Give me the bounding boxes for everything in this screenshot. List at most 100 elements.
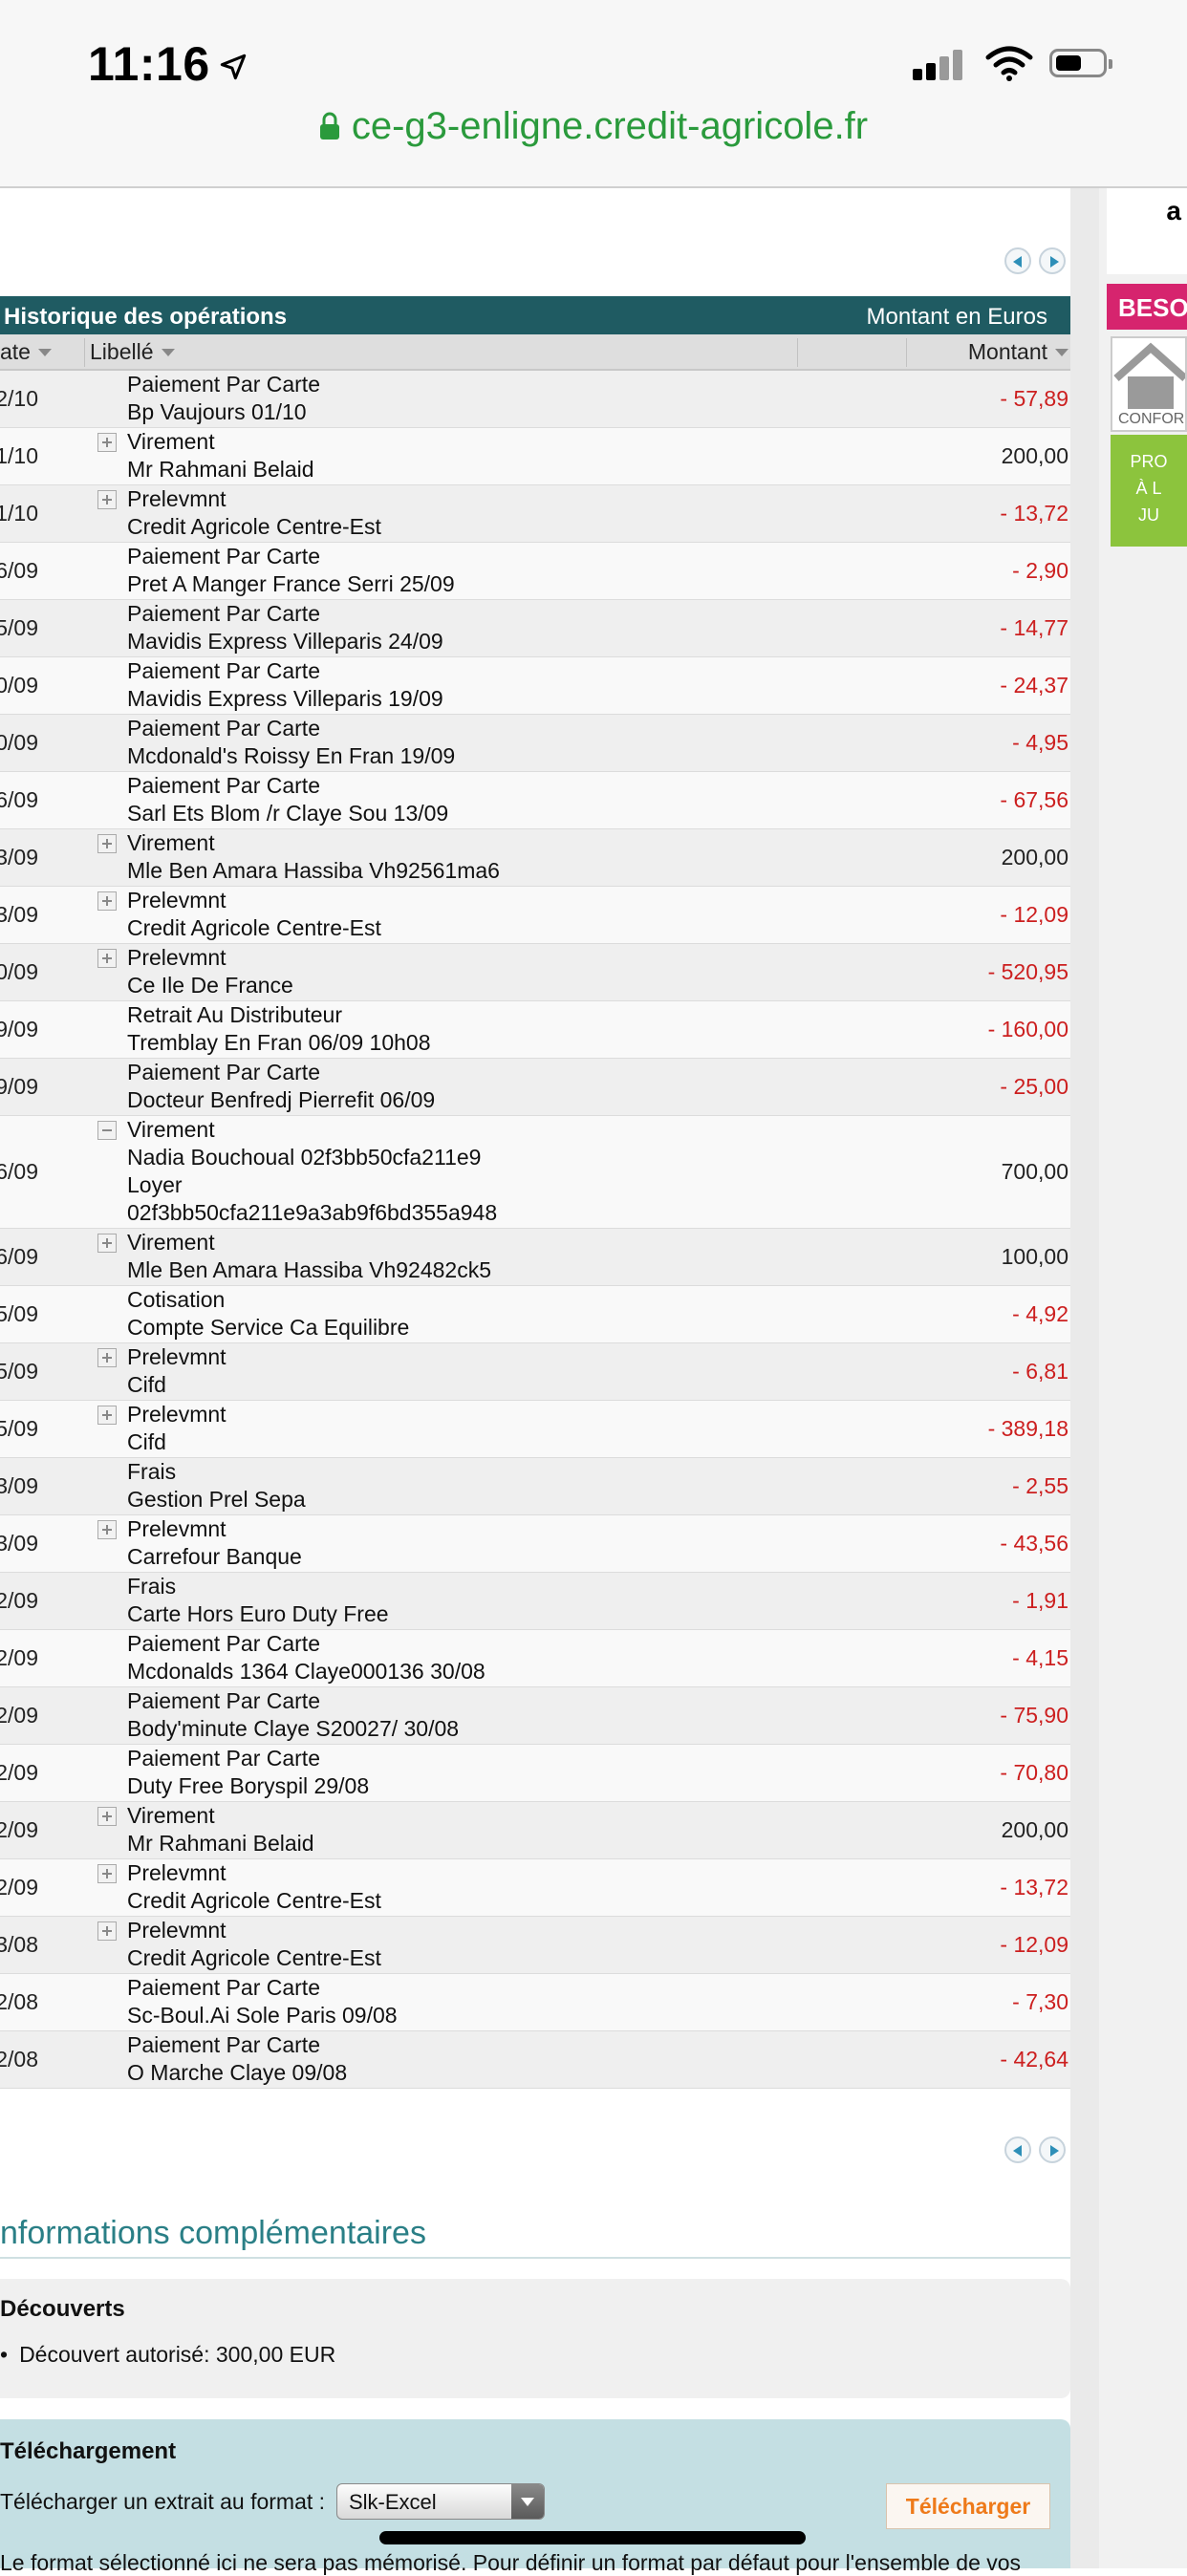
row-label-line: Paiement Par Carte xyxy=(127,1746,320,1771)
table-row[interactable]: 5/09 Paiement Par Carte Mavidis Express Vi… xyxy=(0,600,1070,657)
right-sidebar: a BESO CONFOR PRO À L JU xyxy=(1099,188,1187,2568)
row-label-line: Nadia Bouchoual 02f3bb50cfa211e9 xyxy=(127,1145,482,1170)
column-header-amount[interactable]: Montant xyxy=(968,339,1068,365)
table-row[interactable]: 5/09 Prelevmnt Cifd - 6,81 xyxy=(0,1343,1070,1401)
row-label-line: Credit Agricole Centre-Est xyxy=(127,514,381,539)
table-row[interactable]: 2/09 Paiement Par Carte Body'minute Claye … xyxy=(0,1687,1070,1745)
row-label-line: Credit Agricole Centre-Est xyxy=(127,915,381,940)
table-row[interactable]: 3/09 Frais Gestion Prel Sepa - 2,55 xyxy=(0,1458,1070,1515)
row-date: 0/09 xyxy=(0,730,38,755)
expand-icon[interactable] xyxy=(97,490,117,509)
table-row[interactable]: 5/09 Cotisation Compte Service Ca Equilibr… xyxy=(0,1286,1070,1343)
row-amount: - 12,09 xyxy=(1000,902,1068,927)
table-row[interactable]: 2/09 Virement Mr Rahmani Belaid 200,00 xyxy=(0,1802,1070,1859)
expand-icon[interactable] xyxy=(97,1234,117,1253)
expand-icon[interactable] xyxy=(97,834,117,853)
table-row[interactable]: 2/08 Paiement Par Carte O Marche Claye 09/… xyxy=(0,2031,1070,2089)
column-header-label[interactable]: Libellé xyxy=(90,339,175,365)
table-row[interactable]: 0/09 Paiement Par Carte Mavidis Express Vi… xyxy=(0,657,1070,715)
expand-icon[interactable] xyxy=(97,1348,117,1367)
sort-arrow-icon xyxy=(161,349,175,356)
row-amount: - 160,00 xyxy=(987,1017,1068,1041)
row-label: Virement Mr Rahmani Belaid xyxy=(127,428,314,483)
row-label-line: Frais xyxy=(127,1459,177,1484)
expand-icon[interactable] xyxy=(97,1864,117,1883)
table-row[interactable]: 2/09 Paiement Par Carte Duty Free Boryspil… xyxy=(0,1745,1070,1802)
table-row[interactable]: 3/09 Prelevmnt Carrefour Banque - 43,56 xyxy=(0,1515,1070,1573)
table-row[interactable]: 6/09 Virement Mle Ben Amara Hassiba Vh9248… xyxy=(0,1229,1070,1286)
row-label: Paiement Par Carte Mcdonalds 1364 Claye00… xyxy=(127,1630,486,1685)
table-row[interactable]: 2/09 Frais Carte Hors Euro Duty Free - 1,91 xyxy=(0,1573,1070,1630)
expand-icon[interactable] xyxy=(97,949,117,968)
next-page-button[interactable] xyxy=(1039,247,1066,274)
row-amount: - 7,30 xyxy=(1012,1989,1068,2014)
next-page-button[interactable] xyxy=(1039,2136,1066,2163)
table-row[interactable]: 2/08 Paiement Par Carte Sc-Boul.Ai Sole Pa… xyxy=(0,1974,1070,2031)
row-label-line: Paiement Par Carte xyxy=(127,1688,320,1713)
previous-page-button[interactable] xyxy=(1004,247,1031,274)
table-row[interactable]: 2/10 Paiement Par Carte Bp Vaujours 01/10 -… xyxy=(0,371,1070,428)
address-bar[interactable]: ce-g3-enligne.credit-agricole.fr xyxy=(0,105,1187,148)
home-indicator[interactable] xyxy=(379,2531,806,2544)
row-label-line: Paiement Par Carte xyxy=(127,658,320,683)
row-label-line: Cifd xyxy=(127,1429,166,1454)
besoin-banner[interactable]: BESO xyxy=(1107,284,1187,330)
table-row[interactable]: 6/09 Paiement Par Carte Sarl Ets Blom /r C… xyxy=(0,772,1070,829)
row-label: Paiement Par Carte Sc-Boul.Ai Sole Paris … xyxy=(127,1974,398,2029)
row-date: 2/09 xyxy=(0,1645,38,1670)
row-date: 3/08 xyxy=(0,1932,38,1957)
table-row[interactable]: 6/09 Virement Nadia Bouchoual 02f3bb50cfa2… xyxy=(0,1116,1070,1229)
row-label-line: Prelevmnt xyxy=(127,888,227,912)
row-label-line: Tremblay En Fran 06/09 10h08 xyxy=(127,1030,431,1055)
promo-line: PRO xyxy=(1130,452,1168,471)
table-row[interactable]: 6/09 Paiement Par Carte Pret A Manger Fran… xyxy=(0,543,1070,600)
expand-icon[interactable] xyxy=(97,891,117,911)
column-header-date[interactable]: ate xyxy=(0,339,52,365)
expand-icon[interactable] xyxy=(97,1520,117,1539)
row-date: 2/09 xyxy=(0,1588,38,1613)
table-row[interactable]: 2/09 Paiement Par Carte Mcdonalds 1364 Cla… xyxy=(0,1630,1070,1687)
row-label: Prelevmnt Cifd xyxy=(127,1343,227,1399)
row-label-line: Mcdonald's Roissy En Fran 19/09 xyxy=(127,743,456,768)
table-row[interactable]: 1/10 Virement Mr Rahmani Belaid 200,00 xyxy=(0,428,1070,485)
promo-tile[interactable]: PRO À L JU xyxy=(1111,435,1187,547)
row-label: Paiement Par Carte Mavidis Express Villep… xyxy=(127,657,443,713)
row-date: 2/09 xyxy=(0,1703,38,1728)
currency-note: Montant en Euros xyxy=(866,304,1047,330)
table-row[interactable]: 9/09 Retrait Au Distributeur Tremblay En F… xyxy=(0,1001,1070,1059)
sidebar-top-text: a xyxy=(1107,188,1187,274)
expand-icon[interactable] xyxy=(97,1406,117,1425)
format-select[interactable]: Slk-Excel xyxy=(336,2483,545,2520)
table-body: 2/10 Paiement Par Carte Bp Vaujours 01/10 -… xyxy=(0,371,1070,2089)
table-row[interactable]: 2/09 Prelevmnt Credit Agricole Centre-Est -… xyxy=(0,1859,1070,1917)
expand-icon[interactable] xyxy=(97,1921,117,1941)
row-label-line: Sarl Ets Blom /r Claye Sou 13/09 xyxy=(127,801,449,826)
table-row[interactable]: 3/09 Virement Mle Ben Amara Hassiba Vh9256… xyxy=(0,829,1070,887)
row-label: Paiement Par Carte Bp Vaujours 01/10 xyxy=(127,371,320,426)
home-comfort-tile[interactable]: CONFOR xyxy=(1111,336,1187,432)
row-date: 2/08 xyxy=(0,2047,38,2072)
table-row[interactable]: 5/09 Prelevmnt Cifd - 389,18 xyxy=(0,1401,1070,1458)
row-label-line: Prelevmnt xyxy=(127,486,227,511)
table-row[interactable]: 9/09 Paiement Par Carte Docteur Benfredj P… xyxy=(0,1059,1070,1116)
row-amount: - 1,91 xyxy=(1012,1588,1068,1613)
table-row[interactable]: 3/09 Prelevmnt Credit Agricole Centre-Est -… xyxy=(0,887,1070,944)
row-date: 2/10 xyxy=(0,386,38,411)
row-label-line: Carte Hors Euro Duty Free xyxy=(127,1601,389,1626)
table-row[interactable]: 3/08 Prelevmnt Credit Agricole Centre-Est -… xyxy=(0,1917,1070,1974)
table-row[interactable]: 0/09 Paiement Par Carte Mcdonald's Roissy … xyxy=(0,715,1070,772)
expand-icon[interactable] xyxy=(97,1807,117,1826)
table-row[interactable]: 1/10 Prelevmnt Credit Agricole Centre-Est -… xyxy=(0,485,1070,543)
collapse-icon[interactable] xyxy=(97,1121,117,1140)
expand-icon[interactable] xyxy=(97,433,117,452)
row-label-line: Compte Service Ca Equilibre xyxy=(127,1315,410,1340)
download-button[interactable]: Télécharger xyxy=(886,2483,1050,2529)
table-row[interactable]: 0/09 Prelevmnt Ce Ile De France - 520,95 xyxy=(0,944,1070,1001)
row-date: 9/09 xyxy=(0,1017,38,1041)
row-label-line: Mle Ben Amara Hassiba Vh92561ma6 xyxy=(127,858,500,883)
row-date: 6/09 xyxy=(0,1244,38,1269)
row-date: 5/09 xyxy=(0,1359,38,1384)
previous-page-button[interactable] xyxy=(1004,2136,1031,2163)
row-amount: 100,00 xyxy=(1001,1244,1068,1269)
row-label-line: Paiement Par Carte xyxy=(127,1060,320,1084)
